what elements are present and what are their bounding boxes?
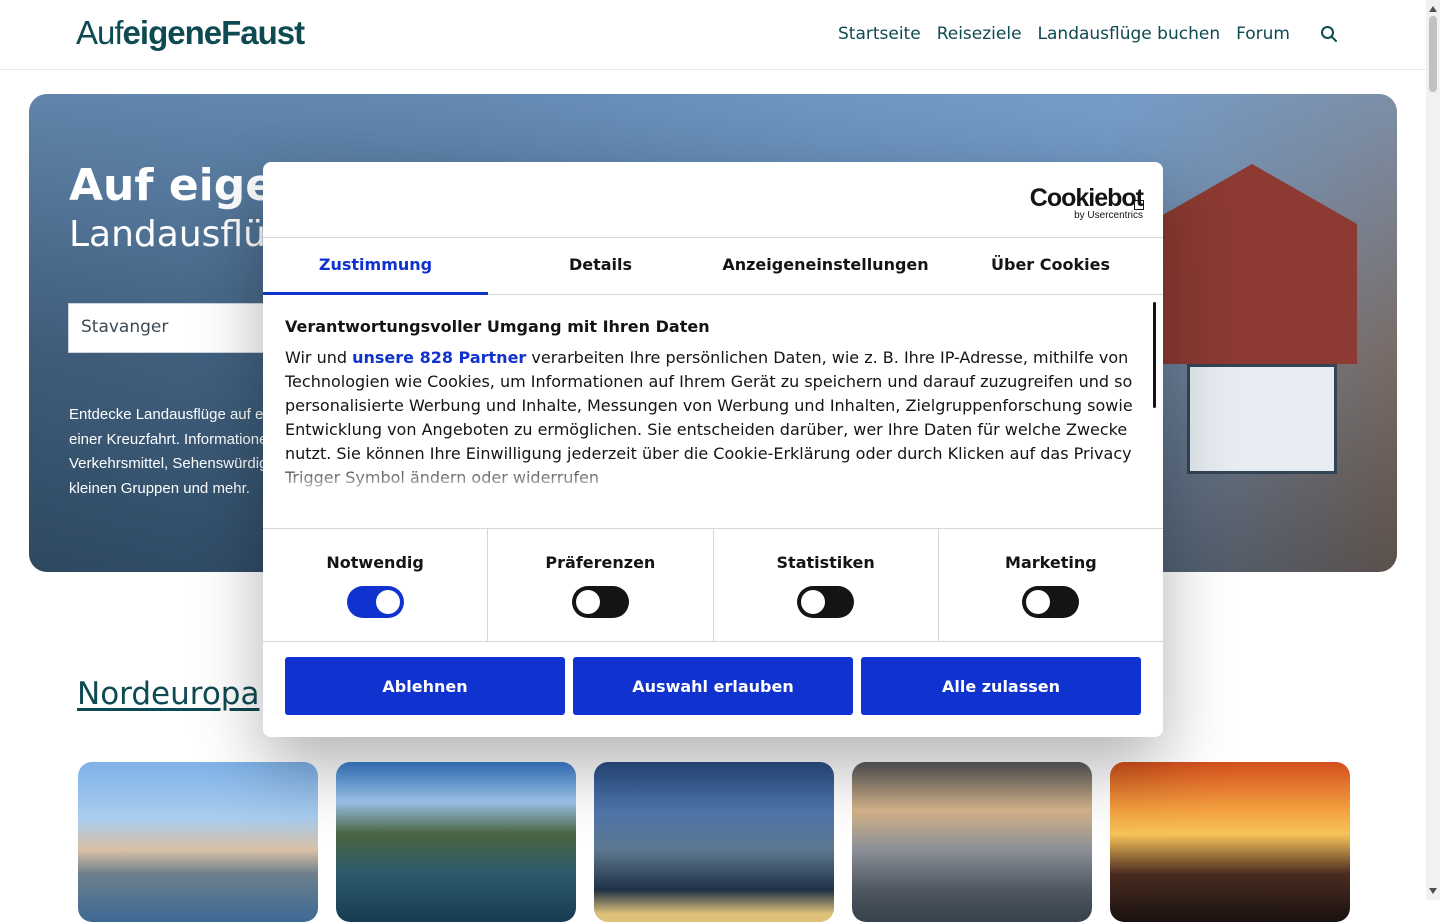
switch-notwendig[interactable] xyxy=(346,586,404,618)
consent-buttons: Ablehnen Auswahl erlauben Alle zulassen xyxy=(285,657,1141,715)
section-title-nordeuropa[interactable]: Nordeuropa xyxy=(77,676,259,712)
switch-marketing[interactable] xyxy=(1022,586,1080,618)
scrollbar-thumb[interactable] xyxy=(1429,16,1437,92)
main-nav: Startseite Reiseziele Landausflüge buche… xyxy=(838,24,1290,44)
allow-all-button[interactable]: Alle zulassen xyxy=(861,657,1141,715)
toggle-label: Notwendig xyxy=(326,553,424,572)
scroll-up-arrow-icon[interactable] xyxy=(1429,6,1437,12)
nav-startseite[interactable]: Startseite xyxy=(838,24,921,44)
switch-praeferenzen[interactable] xyxy=(571,586,629,618)
partner-link[interactable]: unsere 828 Partner xyxy=(352,348,526,367)
allow-selection-button[interactable]: Auswahl erlauben xyxy=(573,657,853,715)
destination-cards xyxy=(78,762,1350,922)
search-icon[interactable] xyxy=(1320,25,1338,43)
consent-body[interactable]: Verantwortungsvoller Umgang mit Ihren Da… xyxy=(285,317,1135,497)
destination-card[interactable] xyxy=(852,762,1092,922)
logo-part-1: Auf xyxy=(76,14,124,51)
cookiebot-logo[interactable]: Cookiebot by Usercentrics xyxy=(1029,184,1144,221)
consent-body-fade xyxy=(285,461,1135,497)
external-link-icon xyxy=(1134,200,1144,210)
tab-zustimmung[interactable]: Zustimmung xyxy=(263,238,488,295)
nav-landausfluege-buchen[interactable]: Landausflüge buchen xyxy=(1038,24,1221,44)
toggle-notwendig: Notwendig xyxy=(263,529,489,641)
tab-anzeigeneinstellungen[interactable]: Anzeigeneinstellungen xyxy=(713,238,938,294)
tab-ueber-cookies[interactable]: Über Cookies xyxy=(938,238,1163,294)
consent-tabs: Zustimmung Details Anzeigeneinstellungen… xyxy=(263,237,1163,295)
consent-text-start: Wir und xyxy=(285,348,353,367)
consent-heading: Verantwortungsvoller Umgang mit Ihren Da… xyxy=(285,317,710,336)
logo-part-2: eigene xyxy=(122,14,223,51)
toggle-statistiken: Statistiken xyxy=(714,529,939,641)
consent-body-scrollbar[interactable] xyxy=(1153,302,1156,408)
destination-card[interactable] xyxy=(78,762,318,922)
destination-card[interactable] xyxy=(594,762,834,922)
scroll-down-arrow-icon[interactable] xyxy=(1429,888,1437,894)
hero-sign-image xyxy=(1187,364,1337,474)
logo-part-3: Faust xyxy=(221,14,305,51)
reject-button[interactable]: Ablehnen xyxy=(285,657,565,715)
nav-forum[interactable]: Forum xyxy=(1236,24,1290,44)
switch-statistiken[interactable] xyxy=(797,586,855,618)
site-logo[interactable]: AufeigeneFaust xyxy=(76,14,305,52)
toggle-marketing: Marketing xyxy=(939,529,1163,641)
site-header: AufeigeneFaust Startseite Reiseziele Lan… xyxy=(0,0,1426,70)
destination-card[interactable] xyxy=(1110,762,1350,922)
page-scrollbar[interactable] xyxy=(1426,0,1440,900)
cookie-consent-dialog: Cookiebot by Usercentrics Zustimmung Det… xyxy=(263,162,1163,737)
toggle-label: Marketing xyxy=(1005,553,1097,572)
nav-reiseziele[interactable]: Reiseziele xyxy=(937,24,1022,44)
toggle-label: Statistiken xyxy=(776,553,875,572)
toggle-label: Präferenzen xyxy=(545,553,656,572)
tab-details[interactable]: Details xyxy=(488,238,713,294)
cookiebot-logo-main: Cookiebot xyxy=(1029,184,1144,212)
destination-card[interactable] xyxy=(336,762,576,922)
consent-toggles: Notwendig Präferenzen Statistiken Market… xyxy=(263,528,1163,642)
toggle-praeferenzen: Präferenzen xyxy=(488,529,714,641)
